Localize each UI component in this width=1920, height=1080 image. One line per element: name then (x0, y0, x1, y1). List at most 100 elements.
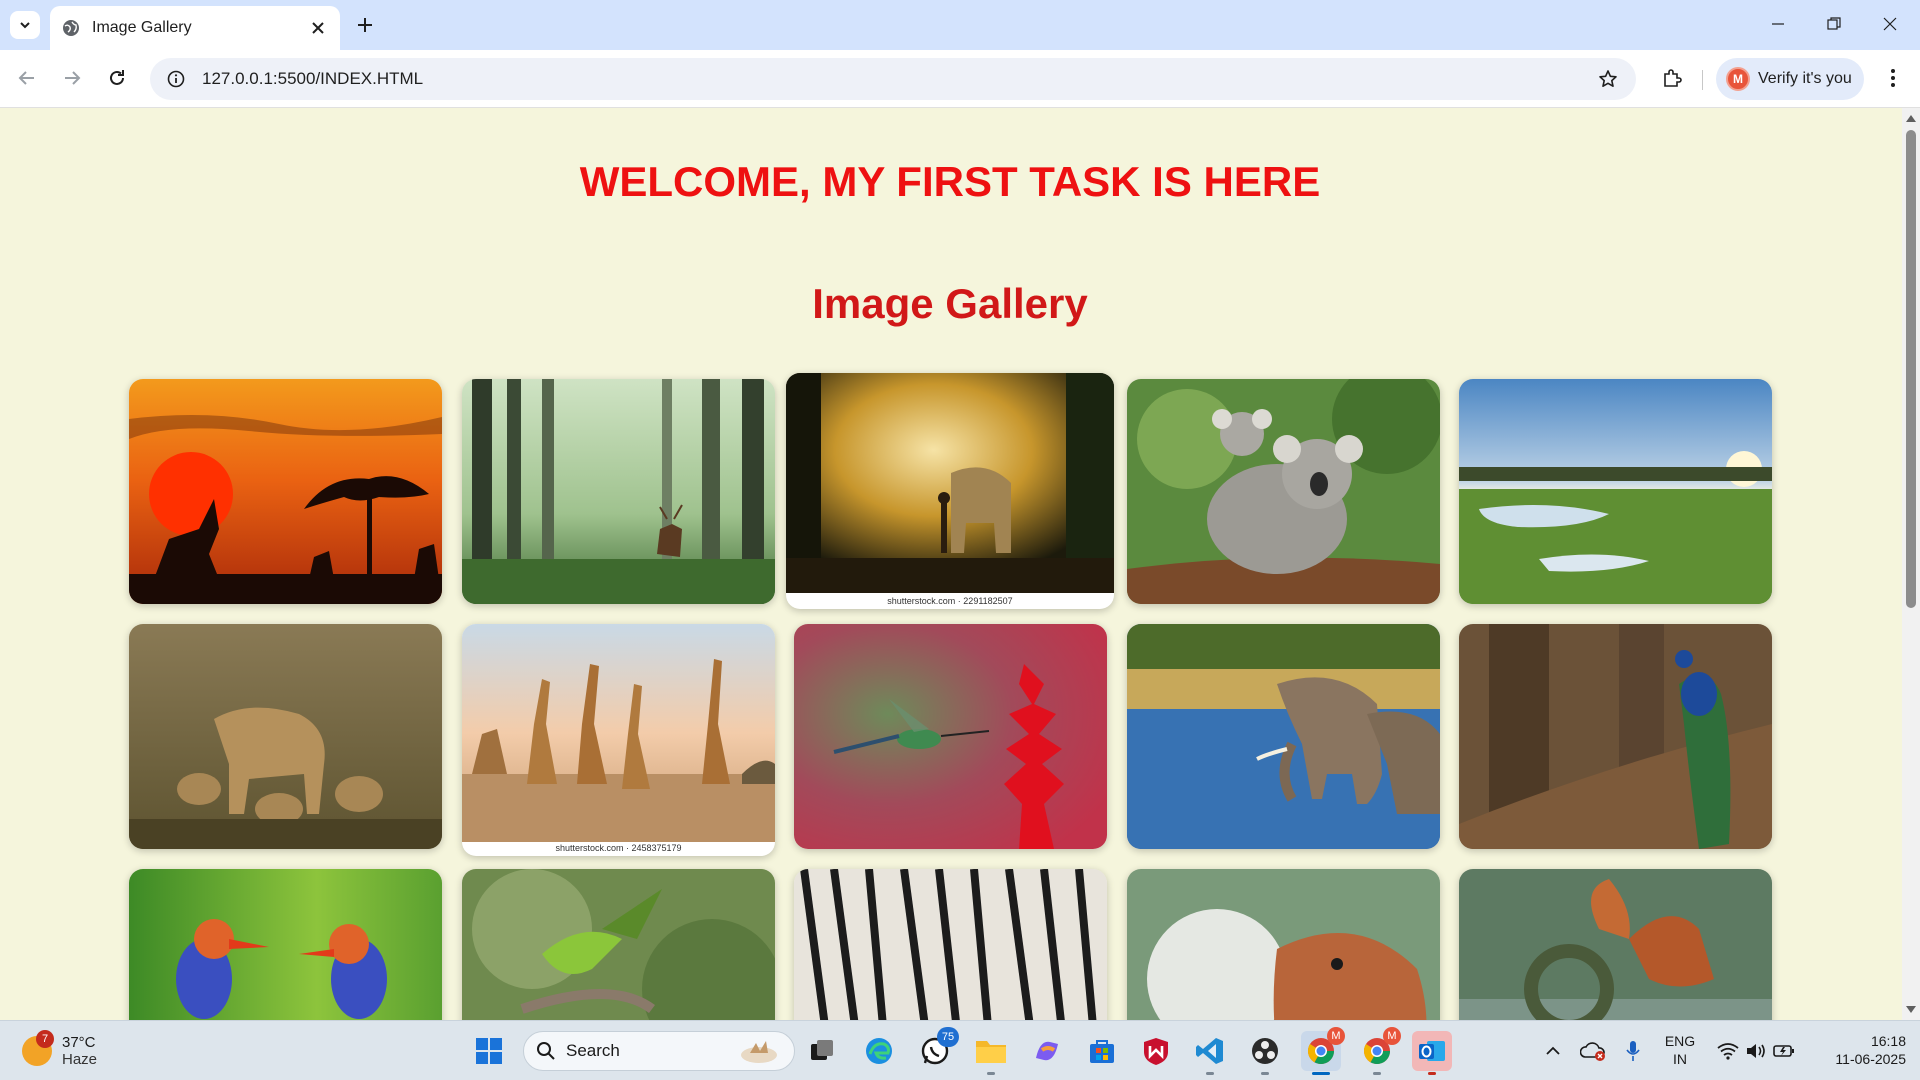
more-vert-icon (1891, 69, 1895, 87)
windows-logo-icon (476, 1038, 502, 1064)
running-indicator (1428, 1072, 1436, 1075)
tab-search-button[interactable] (10, 11, 40, 39)
puzzle-icon (1664, 69, 1682, 87)
whatsapp-badge: 75 (937, 1027, 959, 1047)
weather-widget[interactable]: 7 37°C Haze (22, 1029, 142, 1073)
store-icon (1090, 1040, 1114, 1063)
weather-desc: Haze (62, 1051, 98, 1068)
gallery-image-elephants-river[interactable] (1127, 624, 1440, 849)
scroll-down-icon[interactable] (1905, 1004, 1917, 1016)
gallery-image-deer-forest[interactable] (462, 379, 775, 604)
quick-settings-button[interactable] (1712, 1031, 1800, 1071)
reload-button[interactable] (100, 61, 134, 95)
clock-date: 11-06-2025 (1835, 1051, 1906, 1067)
language-indicator[interactable]: ENG IN (1654, 1032, 1706, 1068)
gallery-image-hummingbird[interactable] (794, 624, 1107, 849)
microphone-button[interactable] (1613, 1031, 1653, 1071)
obs-icon (1252, 1038, 1278, 1064)
plus-icon (358, 18, 372, 32)
language-line2: IN (1673, 1051, 1687, 1067)
back-button[interactable] (10, 61, 44, 95)
url-text: 127.0.0.1:5500/INDEX.HTML (202, 69, 424, 88)
search-highlight-icon (741, 1041, 777, 1063)
mcafee-app[interactable] (1136, 1031, 1176, 1071)
onedrive-status[interactable] (1573, 1031, 1613, 1071)
language-line1: ENG (1664, 1033, 1696, 1049)
gallery-image-sunset-antelope[interactable] (129, 379, 442, 604)
cloud-error-icon (1580, 1042, 1605, 1061)
close-tab-icon[interactable] (308, 18, 328, 38)
edge-app[interactable] (859, 1031, 899, 1071)
chrome-app-second[interactable]: M (1357, 1027, 1401, 1075)
arrow-right-icon (65, 71, 81, 85)
clock-time: 16:18 (1870, 1033, 1906, 1049)
chrome-app-active[interactable]: M (1301, 1027, 1345, 1075)
gallery-image-koalas[interactable] (1127, 379, 1440, 604)
close-window-button[interactable] (1862, 0, 1918, 48)
profile-badge: M (1383, 1027, 1401, 1045)
reload-icon (110, 70, 124, 85)
gallery-image-zebras[interactable] (794, 869, 1107, 1020)
folder-icon (976, 1041, 1006, 1063)
browser-menu-button[interactable] (1876, 61, 1910, 95)
task-view-button[interactable] (802, 1031, 842, 1071)
gallery-image-elephant-forest[interactable]: shutterstock.com · 2291182507 (786, 373, 1114, 609)
page-viewport: WELCOME, MY FIRST TASK IS HERE Image Gal… (0, 108, 1902, 1020)
chevron-up-icon (1546, 1046, 1560, 1055)
minimize-button[interactable] (1750, 0, 1806, 48)
restore-button[interactable] (1806, 0, 1862, 48)
extensions-button[interactable] (1655, 61, 1689, 95)
forward-button[interactable] (55, 61, 89, 95)
bookmark-star-icon[interactable] (1594, 65, 1622, 93)
gallery-image-lioness-cubs[interactable] (129, 624, 442, 849)
copilot-app[interactable] (1027, 1031, 1067, 1071)
microsoft-store-app[interactable] (1082, 1031, 1122, 1071)
address-bar[interactable]: 127.0.0.1:5500/INDEX.HTML (150, 58, 1636, 100)
profile-button[interactable]: M Verify it's you (1716, 58, 1864, 100)
running-indicator (1373, 1072, 1381, 1075)
tab-strip: Image Gallery (0, 0, 1920, 50)
whatsapp-app[interactable]: 75 (915, 1027, 959, 1071)
browser-toolbar: 127.0.0.1:5500/INDEX.HTML M Verify it's … (0, 50, 1920, 108)
gallery-image-peacock[interactable] (1459, 624, 1772, 849)
gallery-image-giraffes[interactable]: shutterstock.com · 2458375179 (462, 624, 775, 856)
mcafee-shield-icon (1144, 1038, 1168, 1065)
profile-badge: M (1327, 1027, 1345, 1045)
wifi-icon (1717, 1043, 1739, 1060)
search-icon (537, 1042, 555, 1060)
page-scrollbar[interactable] (1902, 108, 1920, 1020)
vscode-icon (1196, 1038, 1223, 1064)
avatar: M (1726, 67, 1750, 91)
obs-app[interactable] (1245, 1031, 1285, 1075)
gallery-image-squirrel-water[interactable] (1459, 869, 1772, 1020)
volume-icon (1747, 1044, 1765, 1058)
start-button[interactable] (469, 1031, 509, 1071)
running-indicator (987, 1072, 995, 1075)
scroll-up-icon[interactable] (1905, 112, 1917, 124)
tab-image-gallery[interactable]: Image Gallery (50, 6, 340, 50)
gallery-image-squirrel-dandelion[interactable] (1127, 869, 1440, 1020)
outlook-app[interactable] (1412, 1031, 1452, 1075)
chevron-down-icon (20, 22, 30, 29)
search-placeholder: Search (566, 1041, 620, 1060)
show-hidden-icons-button[interactable] (1533, 1031, 1573, 1071)
new-tab-button[interactable] (351, 11, 379, 39)
vscode-app[interactable] (1190, 1031, 1230, 1075)
weather-sun-icon: 7 (22, 1030, 54, 1066)
microphone-icon (1626, 1041, 1640, 1061)
tab-title: Image Gallery (92, 19, 192, 36)
gallery-image-wetland-sunrise[interactable] (1459, 379, 1772, 604)
close-icon (1883, 17, 1897, 31)
scrollbar-thumb[interactable] (1906, 130, 1916, 608)
minimize-icon (1772, 23, 1784, 25)
battery-charging-icon (1773, 1045, 1794, 1057)
file-explorer-app[interactable] (971, 1031, 1011, 1075)
gallery-image-kingfishers[interactable] (129, 869, 442, 1020)
running-indicator (1312, 1072, 1330, 1075)
gallery-image-parrot[interactable] (462, 869, 775, 1020)
taskbar-search[interactable]: Search (523, 1031, 795, 1071)
site-info-icon[interactable] (164, 67, 188, 91)
toolbar-divider (1702, 70, 1703, 90)
clock[interactable]: 16:18 11-06-2025 (1806, 1032, 1906, 1068)
restore-icon (1827, 17, 1841, 30)
